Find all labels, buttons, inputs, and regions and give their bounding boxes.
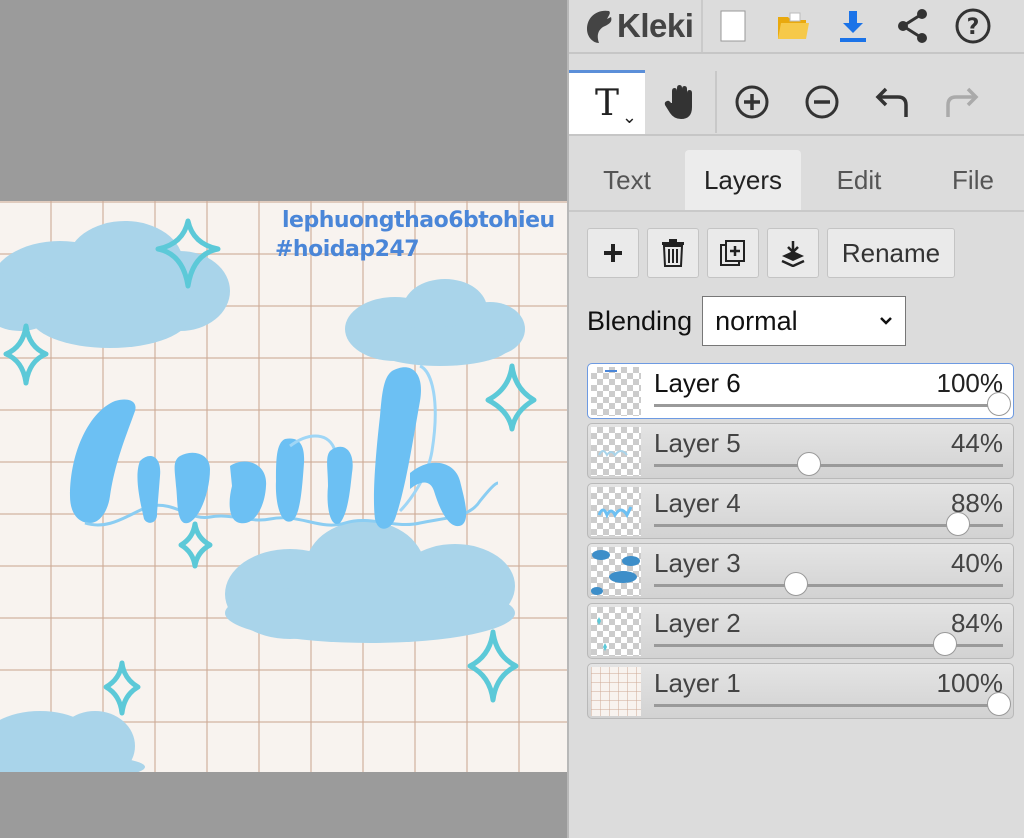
layer-name: Layer 5 — [654, 428, 741, 458]
zoom-out-icon — [805, 85, 839, 119]
opacity-slider[interactable] — [654, 464, 1003, 467]
opacity-slider-handle[interactable] — [797, 452, 822, 476]
layer-thumbnail — [591, 367, 641, 416]
tab-text[interactable]: Text — [583, 150, 671, 210]
layer-item[interactable]: Layer 5 44% — [587, 423, 1014, 479]
opacity-slider[interactable] — [654, 584, 1003, 587]
download-icon — [840, 11, 867, 42]
layer-opacity: 84% — [950, 608, 1003, 638]
layer-opacity: 44% — [950, 428, 1003, 458]
svg-text:?: ? — [967, 15, 980, 40]
blending-label: Blending — [587, 305, 693, 336]
layer-item[interactable]: Layer 4 88% — [587, 483, 1014, 539]
opacity-slider[interactable] — [654, 404, 1003, 407]
open-folder-icon — [778, 12, 810, 39]
app-name: Kleki — [617, 7, 694, 44]
redo-button[interactable] — [927, 71, 997, 133]
text-tool-button[interactable]: T ⌄ — [569, 70, 645, 134]
lettering-art — [70, 364, 499, 529]
blending-row: Blending normal — [587, 296, 907, 346]
opacity-slider-handle[interactable] — [987, 392, 1011, 416]
layer-thumbnail — [591, 487, 641, 536]
watermark-hashtag: #hoidap247 — [275, 237, 420, 262]
add-layer-button[interactable] — [587, 228, 639, 278]
canvas-artwork — [0, 218, 537, 772]
delete-layer-icon — [662, 239, 684, 267]
layer-actions: Rename — [587, 228, 955, 278]
tab-file[interactable]: File — [931, 150, 1015, 210]
help-icon: ? — [955, 8, 991, 44]
redo-icon — [946, 87, 979, 117]
layer-thumbnail — [591, 667, 641, 716]
kleki-logo-icon — [587, 10, 612, 44]
hand-tool-button[interactable] — [645, 71, 715, 133]
opacity-slider[interactable] — [654, 704, 1003, 707]
undo-icon — [875, 87, 908, 117]
layer-thumbnail-art — [597, 506, 633, 519]
share-button[interactable] — [883, 0, 943, 52]
tool-bar: T ⌄ — [569, 70, 1024, 136]
panel-tabs: Text Layers Edit File — [569, 150, 1024, 212]
watermark-username: lephuongthao6btohieu — [282, 208, 555, 233]
layer-item[interactable]: Layer 3 40% — [587, 543, 1014, 599]
download-button[interactable] — [823, 0, 883, 52]
layer-thumbnail-art — [597, 617, 607, 651]
blending-value: normal — [715, 305, 798, 336]
undo-button[interactable] — [857, 71, 927, 133]
layer-name: Layer 1 — [654, 668, 741, 698]
chevron-down-icon — [880, 317, 892, 325]
open-file-button[interactable] — [763, 0, 823, 52]
app-toolbar: Kleki ? — [569, 0, 1024, 54]
duplicate-layer-button[interactable] — [707, 228, 759, 278]
layer-opacity: 40% — [950, 548, 1003, 578]
blending-select[interactable]: normal — [702, 296, 907, 346]
chevron-down-icon: ⌄ — [621, 107, 637, 128]
help-button[interactable]: ? — [943, 0, 1003, 52]
layer-thumbnail — [591, 427, 641, 476]
hand-icon — [664, 85, 692, 119]
opacity-slider-handle[interactable] — [987, 692, 1011, 716]
layer-thumbnail-art — [598, 450, 628, 457]
layer-name: Layer 2 — [654, 608, 741, 638]
zoom-out-button[interactable] — [787, 71, 857, 133]
drawing-canvas[interactable]: lephuongthao6btohieu #hoidap247 — [0, 201, 567, 772]
layer-thumbnail — [591, 547, 641, 596]
kleki-logo[interactable]: Kleki — [569, 0, 704, 52]
layer-name: Layer 6 — [654, 368, 741, 398]
zoom-in-icon — [735, 85, 769, 119]
merge-down-button[interactable] — [767, 228, 819, 278]
canvas-workspace[interactable]: lephuongthao6btohieu #hoidap247 — [0, 0, 567, 838]
tab-layers[interactable]: Layers — [685, 150, 801, 210]
rename-layer-button[interactable]: Rename — [827, 228, 955, 278]
new-file-button[interactable] — [703, 0, 763, 52]
new-file-icon — [720, 10, 746, 42]
opacity-slider-handle[interactable] — [932, 632, 957, 656]
delete-layer-button[interactable] — [647, 228, 699, 278]
layer-item[interactable]: Layer 1 100% — [587, 663, 1014, 719]
merge-down-icon — [781, 241, 805, 267]
layer-item[interactable]: Layer 6 100% — [587, 363, 1014, 419]
layer-thumbnail-art — [605, 370, 617, 372]
text-tool-icon: T ⌄ — [594, 83, 637, 128]
side-panel: Kleki ? T ⌄ Text Layers Edit File Rename… — [567, 0, 1024, 838]
layer-name: Layer 4 — [654, 488, 741, 518]
layer-item[interactable]: Layer 2 84% — [587, 603, 1014, 659]
layer-thumbnail — [591, 607, 641, 656]
opacity-slider-handle[interactable] — [946, 512, 971, 536]
duplicate-layer-icon — [720, 240, 745, 266]
share-icon — [898, 9, 928, 43]
layer-name: Layer 3 — [654, 548, 741, 578]
opacity-slider-handle[interactable] — [783, 572, 808, 596]
zoom-in-button[interactable] — [717, 71, 787, 133]
add-layer-icon — [604, 244, 622, 262]
tab-edit[interactable]: Edit — [815, 150, 903, 210]
layer-thumbnail-art — [591, 550, 640, 595]
